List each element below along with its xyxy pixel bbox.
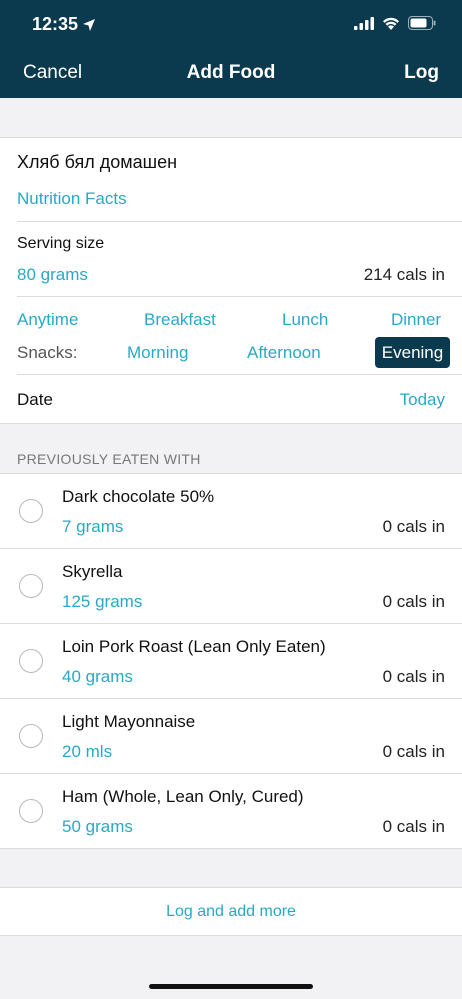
snack-morning[interactable]: Morning xyxy=(127,343,188,363)
list-item-quantity[interactable]: 50 grams xyxy=(62,817,133,837)
list-item[interactable]: Loin Pork Roast (Lean Only Eaten) 40 gra… xyxy=(0,624,462,699)
divider xyxy=(0,887,462,888)
cellular-signal-icon xyxy=(354,16,374,30)
serving-size-label: Serving size xyxy=(17,235,105,252)
home-indicator xyxy=(149,984,313,989)
list-item-name: Loin Pork Roast (Lean Only Eaten) xyxy=(62,637,326,656)
list-item-calories: 0 cals in xyxy=(382,667,445,686)
divider xyxy=(0,423,462,424)
list-item-quantity[interactable]: 20 mls xyxy=(62,742,112,762)
list-item-calories: 0 cals in xyxy=(382,592,445,611)
divider xyxy=(17,374,462,375)
divider xyxy=(17,221,462,222)
radio-button[interactable] xyxy=(19,799,43,823)
list-item-quantity[interactable]: 7 grams xyxy=(62,517,123,537)
snacks-label: Snacks: xyxy=(17,343,78,362)
date-value[interactable]: Today xyxy=(400,390,445,410)
list-item-name: Light Mayonnaise xyxy=(62,712,196,731)
meal-dinner[interactable]: Dinner xyxy=(391,310,441,330)
divider xyxy=(0,935,462,936)
nutrition-facts-link[interactable]: Nutrition Facts xyxy=(17,189,127,209)
list-item-name: Dark chocolate 50% xyxy=(62,487,215,506)
list-item[interactable]: Skyrella 125 grams 0 cals in xyxy=(0,549,462,624)
list-item-calories: 0 cals in xyxy=(382,817,445,836)
clock-time: 12:35 xyxy=(32,14,79,34)
radio-button[interactable] xyxy=(19,574,43,598)
list-item-calories: 0 cals in xyxy=(382,742,445,761)
snack-evening-selected[interactable]: Evening xyxy=(375,337,450,368)
status-time: 12:35 xyxy=(32,14,96,35)
list-item-name: Skyrella xyxy=(62,562,123,581)
serving-size-value[interactable]: 80 grams xyxy=(17,265,88,285)
serving-calories: 214 cals in xyxy=(363,265,445,284)
divider xyxy=(0,137,462,138)
radio-button[interactable] xyxy=(19,499,43,523)
section-header: PREVIOUSLY EATEN WITH xyxy=(17,451,201,467)
list-item-quantity[interactable]: 40 grams xyxy=(62,667,133,687)
list-item-quantity[interactable]: 125 grams xyxy=(62,592,142,612)
location-arrow-icon xyxy=(83,18,96,31)
divider xyxy=(0,848,462,849)
log-button[interactable]: Log xyxy=(404,62,439,84)
list-item-name: Ham (Whole, Lean Only, Cured) xyxy=(62,787,304,806)
log-and-add-more-button[interactable]: Log and add more xyxy=(0,903,462,921)
cancel-button[interactable]: Cancel xyxy=(23,62,82,84)
divider xyxy=(17,296,462,297)
list-item[interactable]: Ham (Whole, Lean Only, Cured) 50 grams 0… xyxy=(0,774,462,849)
date-label: Date xyxy=(17,390,53,409)
list-item[interactable]: Dark chocolate 50% 7 grams 0 cals in xyxy=(0,474,462,549)
food-name: Хляб бял домашен xyxy=(17,152,178,172)
meal-anytime[interactable]: Anytime xyxy=(17,310,78,330)
top-bar: 12:35 Cancel Add Food Log xyxy=(0,0,462,98)
list-item[interactable]: Light Mayonnaise 20 mls 0 cals in xyxy=(0,699,462,774)
meal-lunch[interactable]: Lunch xyxy=(282,310,328,330)
list-item-calories: 0 cals in xyxy=(382,517,445,536)
snack-afternoon[interactable]: Afternoon xyxy=(247,343,321,363)
status-icons xyxy=(354,16,436,30)
radio-button[interactable] xyxy=(19,649,43,673)
wifi-icon xyxy=(383,17,399,30)
meal-breakfast[interactable]: Breakfast xyxy=(144,310,216,330)
battery-icon xyxy=(408,16,436,30)
radio-button[interactable] xyxy=(19,724,43,748)
